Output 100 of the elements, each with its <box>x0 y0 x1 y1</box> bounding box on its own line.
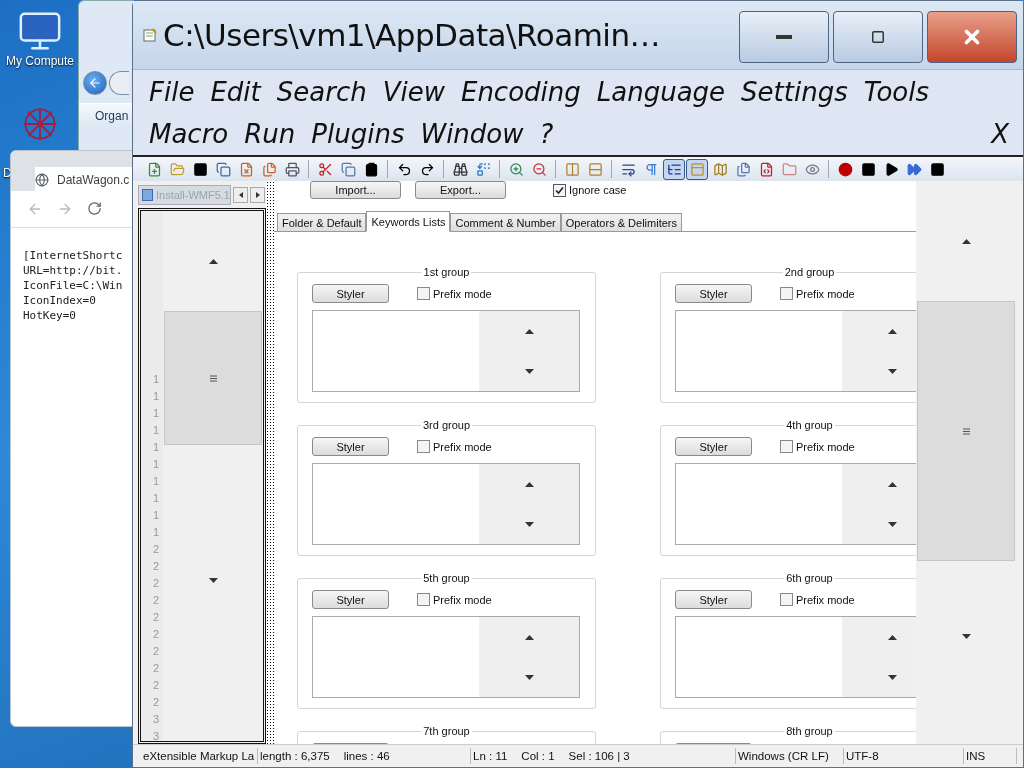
notepad-icon <box>143 28 157 42</box>
styler-button[interactable]: Styler <box>675 437 752 456</box>
keywords-text-area[interactable] <box>312 310 580 392</box>
keywords-text-area[interactable] <box>675 616 916 698</box>
styler-button[interactable]: Styler <box>312 284 389 303</box>
scroll-right-button[interactable] <box>250 187 265 203</box>
line-number: 1 <box>152 491 159 506</box>
prefix-mode-checkbox[interactable] <box>417 287 430 300</box>
scrollbar[interactable] <box>842 617 916 697</box>
tab[interactable]: Operators & Delimiters <box>560 213 682 231</box>
group-title: 4th group <box>784 419 835 431</box>
export-button[interactable]: Export... <box>415 181 506 199</box>
file-x-icon <box>238 161 254 177</box>
text-line: URL=http://bit. <box>23 263 124 278</box>
text-line: HotKey=0 <box>23 308 77 323</box>
prefix-mode-checkbox[interactable] <box>417 440 430 453</box>
import-button[interactable]: Import... <box>310 181 401 199</box>
line-number: 1 <box>152 457 159 472</box>
line-number: 1 <box>152 474 159 489</box>
menu-item[interactable]: Macro <box>149 118 229 149</box>
menu-item[interactable]: View <box>382 76 445 107</box>
list-tree-icon <box>666 161 682 177</box>
down-arrow-icon <box>887 521 897 527</box>
styler-button[interactable]: Styler <box>312 437 389 456</box>
menu-item[interactable]: File <box>149 76 195 107</box>
line-number: 1 <box>152 440 159 455</box>
scrollbar[interactable] <box>842 464 916 544</box>
reload-icon[interactable] <box>87 201 102 216</box>
prefix-mode-checkbox[interactable] <box>780 287 793 300</box>
down-arrow-icon <box>524 368 534 374</box>
ignore-case-checkbox[interactable] <box>553 183 566 197</box>
menu-item[interactable]: Language <box>596 76 726 107</box>
forward-button[interactable] <box>109 71 129 95</box>
ignore-case-label: Ignore case <box>569 184 627 196</box>
line-number: 2 <box>152 559 159 574</box>
tab[interactable]: Folder & Default <box>277 213 367 231</box>
prefix-mode-checkbox[interactable] <box>417 593 430 606</box>
text-line: IconIndex=0 <box>23 293 97 308</box>
scrollbar[interactable] <box>842 311 916 391</box>
menu-item[interactable]: Tools <box>863 76 929 107</box>
status-text: INS <box>966 750 986 762</box>
status-text: Windows (CR LF) <box>738 750 829 762</box>
scrollbar[interactable] <box>479 464 579 544</box>
panel-icon <box>689 161 705 177</box>
back-button[interactable] <box>83 71 107 95</box>
menu-item[interactable]: Plugins <box>311 118 405 149</box>
scroll-left-button[interactable] <box>233 187 248 203</box>
record-icon <box>837 161 853 177</box>
styler-button[interactable]: Styler <box>312 590 389 609</box>
menu-item[interactable]: Search <box>276 76 367 107</box>
styler-button[interactable]: Styler <box>675 284 752 303</box>
browser-tab[interactable]: DataWagon.c <box>35 167 135 193</box>
line-number: 1 <box>152 525 159 540</box>
minimize-button[interactable] <box>739 11 829 63</box>
menu-item[interactable]: Edit <box>210 76 261 107</box>
toolbar-button[interactable] <box>663 158 685 180</box>
line-number: 2 <box>152 576 159 591</box>
redo-icon <box>419 161 435 177</box>
search-icon <box>452 161 468 177</box>
prefix-mode-checkbox[interactable] <box>780 440 793 453</box>
tab[interactable]: Keywords Lists <box>366 211 451 232</box>
check-icon <box>555 185 564 195</box>
line-number: 2 <box>152 678 159 693</box>
status-text: eXtensible Markup La <box>143 750 255 762</box>
wrap-text-icon <box>620 161 636 177</box>
styler-button[interactable]: Styler <box>675 590 752 609</box>
keywords-text-area[interactable] <box>675 310 916 392</box>
menu-item[interactable]: Settings <box>741 76 848 107</box>
keywords-text-area[interactable] <box>312 616 580 698</box>
line-number: 2 <box>152 542 159 557</box>
menu-item[interactable]: Run <box>244 118 296 149</box>
prefix-mode-label: Prefix mode <box>796 593 855 606</box>
close-button[interactable] <box>927 11 1017 63</box>
keywords-text-area[interactable] <box>675 463 916 545</box>
toolbar-button[interactable] <box>686 158 708 180</box>
file-code-icon <box>758 161 774 177</box>
splitter-bar[interactable] <box>266 181 274 744</box>
globe-icon <box>35 173 49 187</box>
menu-item[interactable]: Window <box>420 118 524 149</box>
folder-icon <box>781 161 797 177</box>
keywords-text-area[interactable] <box>312 463 580 545</box>
text-line: IconFile=C:\Win <box>23 278 124 293</box>
map-icon <box>712 161 728 177</box>
desktop-icon-label[interactable]: My Compute <box>6 54 74 68</box>
tab[interactable]: Comment & Number <box>450 213 561 231</box>
prefix-mode-label: Prefix mode <box>433 440 492 453</box>
close-document-button[interactable]: X <box>991 118 1009 149</box>
scrollbar[interactable] <box>479 311 579 391</box>
line-number: 1 <box>152 423 159 438</box>
menu-item[interactable]: ? <box>539 118 554 149</box>
menu-item[interactable]: Encoding <box>460 76 581 107</box>
up-arrow-icon <box>887 634 897 640</box>
group-title: 1st group <box>421 266 472 278</box>
line-number: 2 <box>152 610 159 625</box>
group-title: 2nd group <box>782 266 837 278</box>
group-title: 5th group <box>421 572 472 584</box>
up-arrow-icon <box>961 238 971 244</box>
scrollbar[interactable] <box>479 617 579 697</box>
prefix-mode-checkbox[interactable] <box>780 593 793 606</box>
maximize-button[interactable] <box>833 11 923 63</box>
